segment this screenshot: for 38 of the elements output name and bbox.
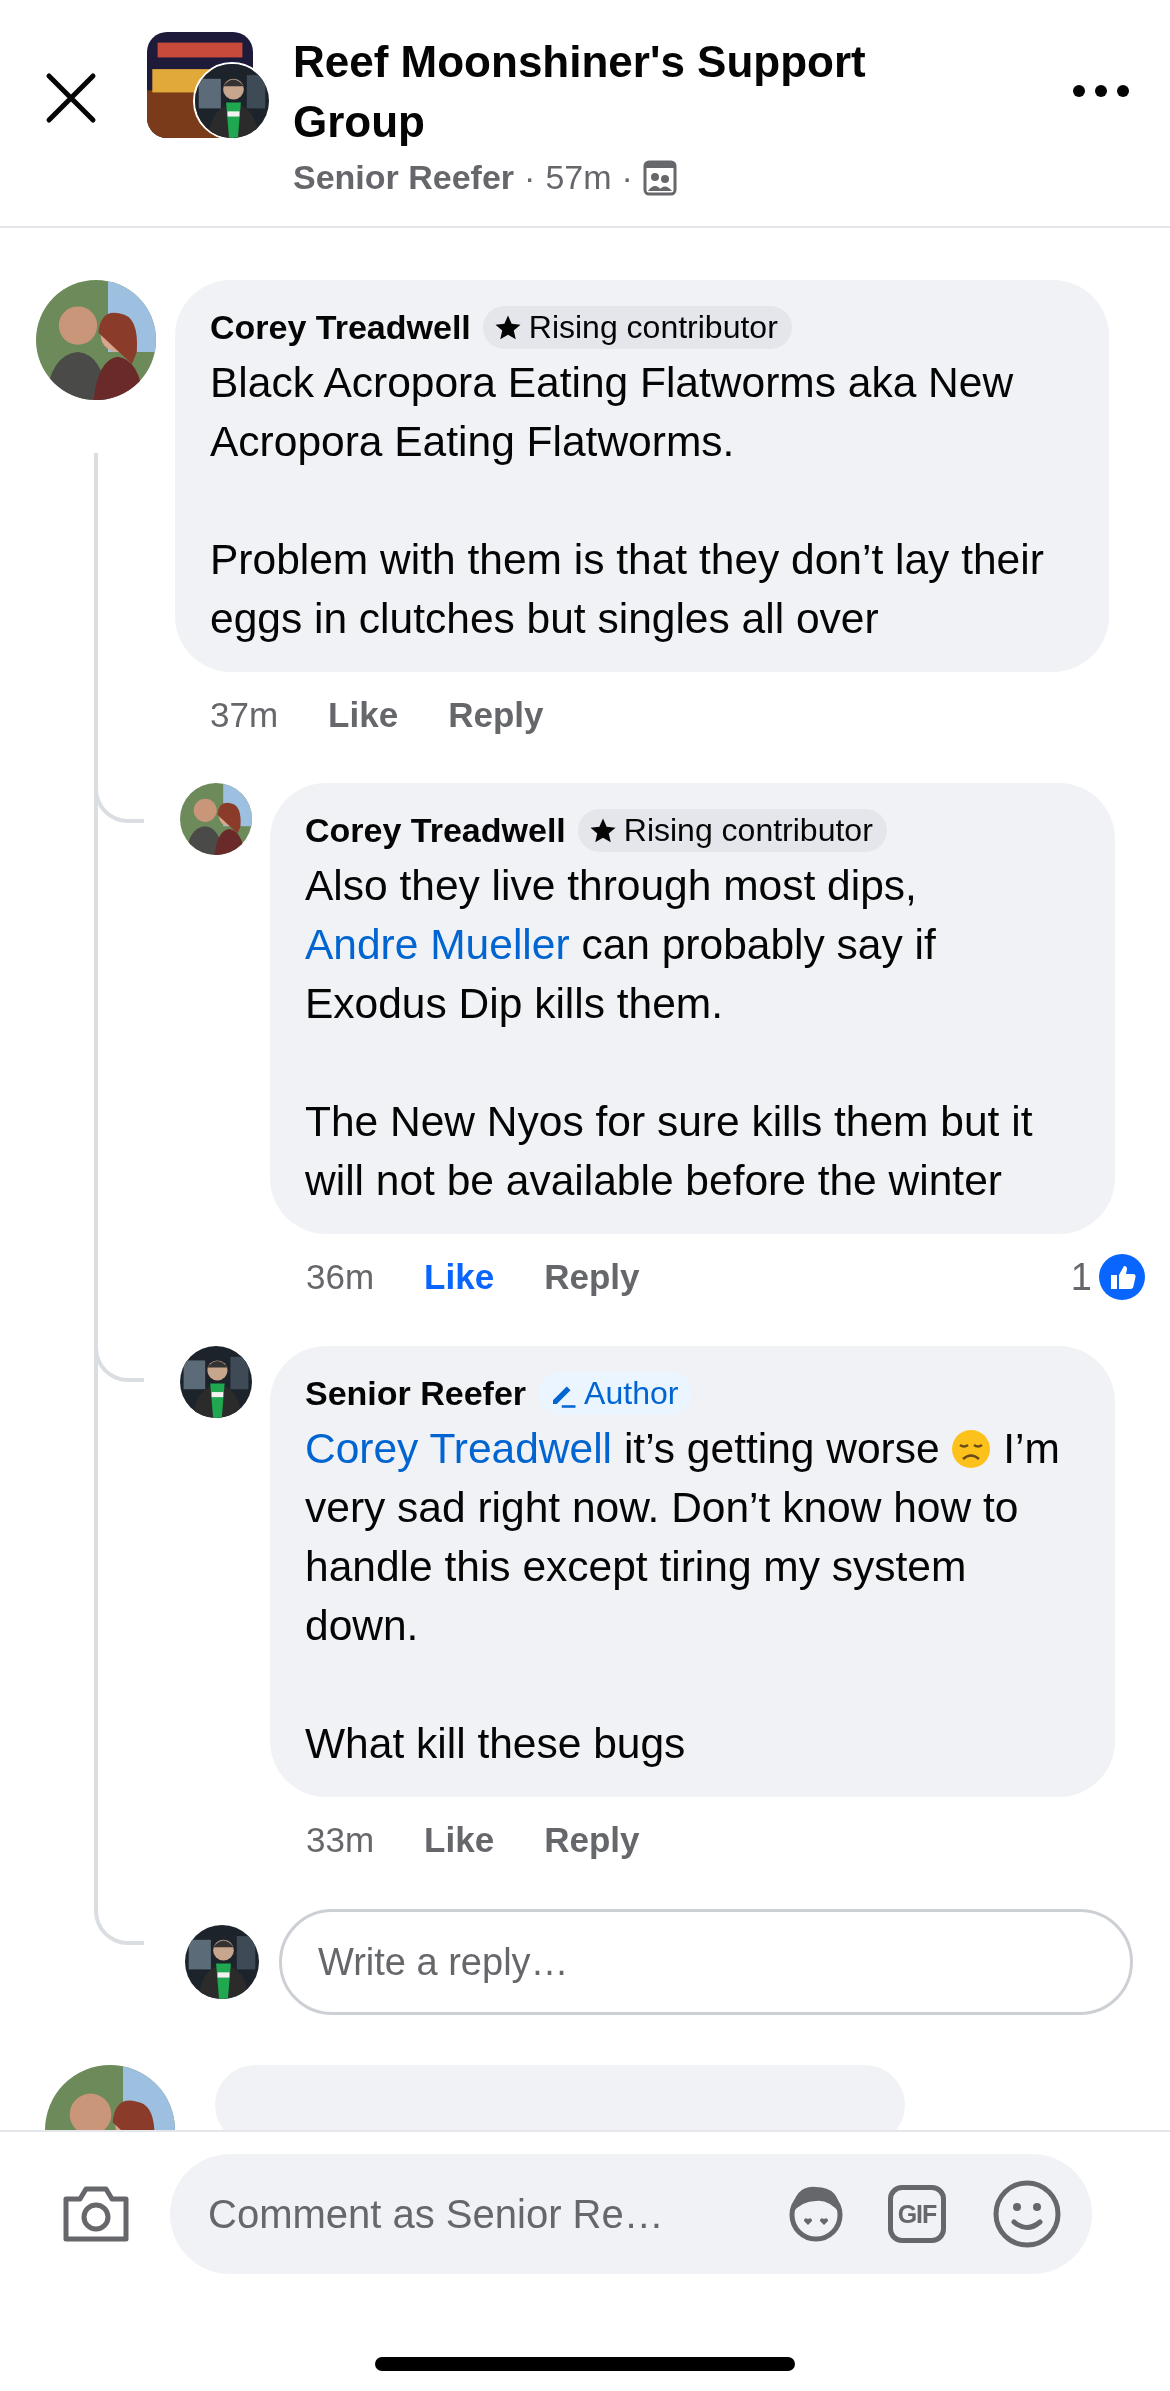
commenter-name[interactable]: Corey Treadwell	[305, 811, 566, 850]
like-button[interactable]: Like	[328, 695, 399, 735]
role-badge: Author	[538, 1372, 693, 1415]
comment-text: What kill these bugs	[305, 1719, 687, 1769]
comment-text: Problem with them is that they don’t lay their eggs in clutches but singles all over	[210, 535, 1045, 644]
comment-text: Corey Treadwell it’s getting worse I’m very sad right now. Don’t know how to handle this except tiring my system down.	[305, 1424, 1061, 1651]
group-audience-icon	[642, 159, 677, 196]
comment-text: The New Nyos for sure kills them but it will not be available before the winter	[305, 1097, 1034, 1206]
reply-button[interactable]: Reply	[448, 695, 544, 735]
comment-time: 33m	[306, 1820, 375, 1860]
like-button[interactable]: Like	[424, 1820, 495, 1860]
comment-text: Also they live through most dips, Andre Mueller can probably say if Exodus Dip kills them.	[305, 861, 937, 1029]
reply-button[interactable]: Reply	[544, 1257, 640, 1297]
like-button[interactable]: Like	[424, 1257, 495, 1297]
reaction-count: 1	[1070, 1255, 1092, 1299]
separator-dot: ·	[621, 158, 633, 197]
reply-button[interactable]: Reply	[544, 1820, 640, 1860]
role-badge: Rising contributor	[577, 809, 887, 852]
comment-time: 37m	[210, 695, 279, 735]
close-button[interactable]	[45, 72, 97, 124]
more-options-button[interactable]	[1072, 84, 1130, 98]
mention-link[interactable]: Corey Treadwell	[305, 1425, 613, 1472]
emoji-button[interactable]	[992, 2179, 1062, 2249]
role-badge: Rising contributor	[482, 306, 792, 349]
mention-link[interactable]: Andre Mueller	[305, 921, 570, 968]
commenter-name[interactable]: Senior Reefer	[305, 1374, 527, 1413]
post-time: 57m	[545, 158, 612, 197]
post-author[interactable]: Senior Reefer	[293, 158, 515, 197]
reply-input-field[interactable]: Write a reply…	[279, 1909, 1133, 2015]
separator-dot: ·	[524, 158, 536, 197]
group-title: Reef Moonshiner's Support Group	[293, 36, 867, 148]
comment-text: Black Acropora Eating Flatworms aka New Acropora Eating Flatworms.	[210, 358, 1015, 467]
thumbs-up-icon	[1098, 1253, 1146, 1301]
comment-time: 36m	[306, 1257, 375, 1297]
comment-input-field[interactable]: Comment as Senior Re… GIF	[170, 2154, 1092, 2274]
gif-button[interactable]: GIF	[888, 2185, 946, 2243]
sad-face-icon	[951, 1429, 992, 1469]
commenter-name[interactable]: Corey Treadwell	[210, 308, 471, 347]
